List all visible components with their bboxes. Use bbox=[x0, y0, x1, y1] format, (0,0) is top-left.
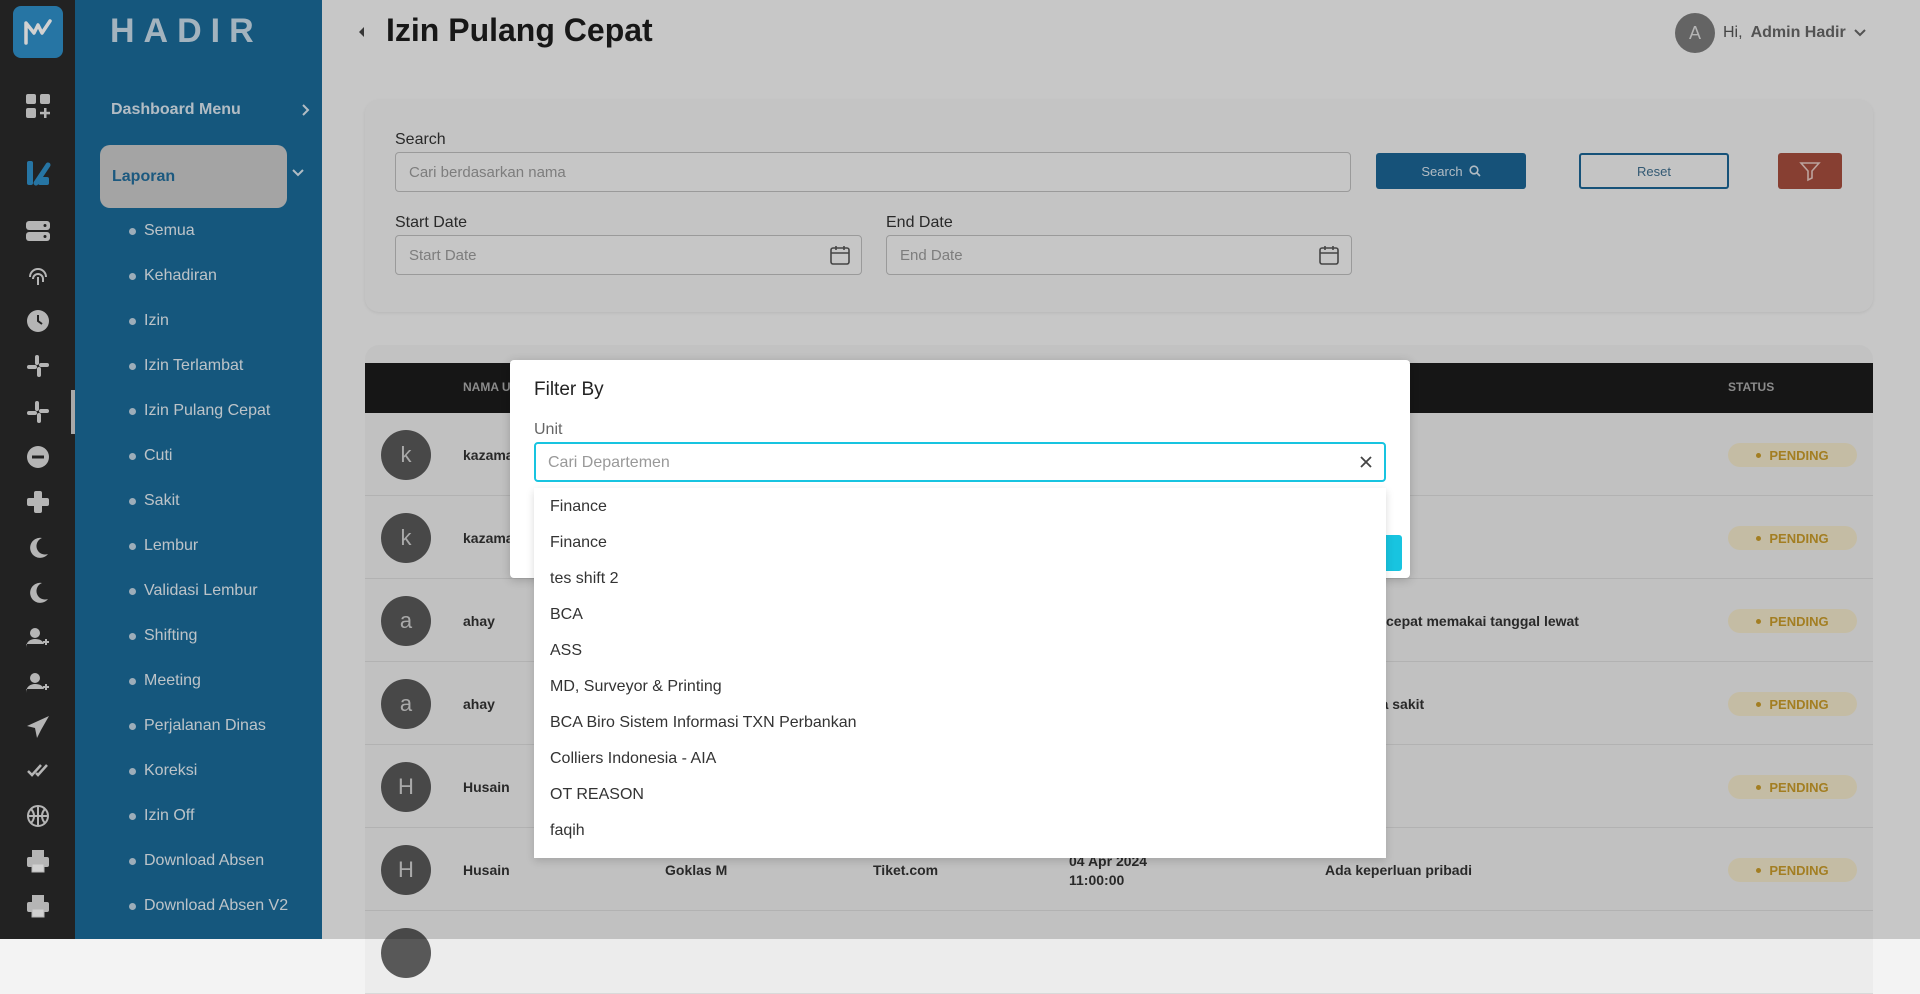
dropdown-option[interactable]: ASS bbox=[550, 642, 582, 660]
dropdown-option[interactable]: Finance bbox=[550, 498, 607, 516]
modal-title: Filter By bbox=[534, 379, 604, 400]
dropdown-option[interactable]: faqih bbox=[550, 822, 585, 840]
dropdown-option[interactable]: Finance bbox=[550, 534, 607, 552]
dropdown-option[interactable]: BCA Biro Sistem Informasi TXN Perbankan bbox=[550, 714, 857, 732]
unit-dropdown: Finance Finance tes shift 2 BCA ASS MD, … bbox=[534, 488, 1386, 858]
unit-select-placeholder: Cari Departemen bbox=[548, 454, 670, 471]
dropdown-option[interactable]: OT REASON bbox=[550, 786, 644, 804]
unit-select[interactable]: Cari Departemen bbox=[534, 442, 1386, 482]
close-icon[interactable] bbox=[1358, 454, 1374, 470]
dropdown-option[interactable]: MD, Surveyor & Printing bbox=[550, 678, 722, 696]
dropdown-option[interactable]: BCA bbox=[550, 606, 583, 624]
dropdown-option[interactable]: tes shift 2 bbox=[550, 570, 618, 588]
unit-label: Unit bbox=[534, 421, 563, 438]
dropdown-option[interactable]: Colliers Indonesia - AIA bbox=[550, 750, 716, 768]
